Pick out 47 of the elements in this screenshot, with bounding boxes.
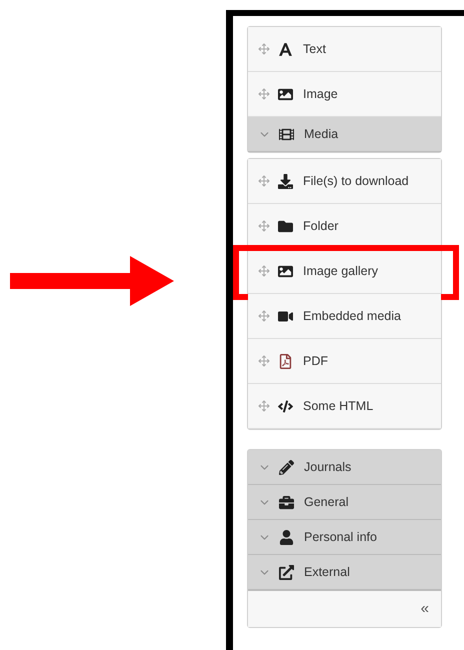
download-icon xyxy=(278,174,293,188)
block-item[interactable]: File(s) to download xyxy=(248,159,441,204)
pencil-icon xyxy=(279,460,294,474)
item-label: PDF xyxy=(303,352,328,370)
category-header[interactable]: Media xyxy=(248,117,441,152)
video-camera-icon xyxy=(278,308,293,324)
block-item[interactable]: Embedded media xyxy=(248,294,441,339)
drag-handle-icon[interactable] xyxy=(258,400,270,412)
film-icon xyxy=(279,126,294,142)
block-item[interactable]: Image xyxy=(248,72,441,117)
category-header[interactable]: General xyxy=(248,485,441,520)
text-icon xyxy=(278,42,293,56)
block-item[interactable]: Text xyxy=(248,27,441,72)
drag-handle-icon[interactable] xyxy=(258,355,270,367)
item-label: Embedded media xyxy=(303,308,401,325)
item-label: Folder xyxy=(303,218,338,235)
folder-icon xyxy=(278,218,293,234)
external-link-icon xyxy=(279,564,294,580)
item-label: Journals xyxy=(304,458,352,476)
category-header[interactable]: Personal info xyxy=(248,520,441,555)
item-label: Image xyxy=(303,86,338,103)
drag-handle-icon[interactable] xyxy=(258,43,270,55)
block-item[interactable]: PDF xyxy=(248,339,441,384)
item-label: Media xyxy=(304,126,338,143)
code-icon xyxy=(278,398,293,414)
briefcase-icon xyxy=(279,494,294,510)
user-icon xyxy=(279,530,294,544)
drag-handle-icon[interactable] xyxy=(258,265,270,277)
item-label: Text xyxy=(303,40,326,58)
category-header[interactable]: Journals xyxy=(248,450,441,485)
item-label: File(s) to download xyxy=(303,172,409,190)
item-label: Personal info xyxy=(304,528,377,546)
drag-handle-icon[interactable] xyxy=(258,88,270,100)
item-label: General xyxy=(304,494,348,511)
image-icon xyxy=(278,86,293,102)
block-item[interactable]: Image gallery xyxy=(248,249,441,294)
drag-handle-icon[interactable] xyxy=(258,220,270,232)
block-item[interactable]: Some HTML xyxy=(248,384,441,429)
drag-handle-icon[interactable] xyxy=(258,175,270,187)
item-label: Image gallery xyxy=(303,262,378,280)
item-label: Some HTML xyxy=(303,398,374,415)
image-icon xyxy=(278,264,293,278)
pdf-file-icon xyxy=(278,354,293,368)
item-label: External xyxy=(304,564,350,581)
collapse-button[interactable]: « xyxy=(420,598,429,620)
category-header[interactable]: External xyxy=(248,555,441,590)
drag-handle-icon[interactable] xyxy=(258,310,270,322)
